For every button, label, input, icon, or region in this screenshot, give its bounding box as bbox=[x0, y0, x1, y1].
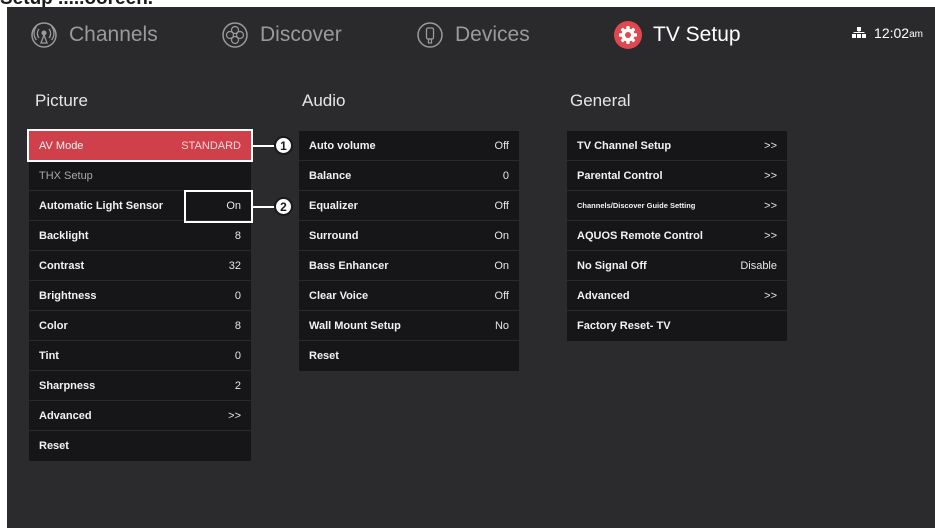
clock: 12:02 am bbox=[852, 25, 923, 41]
menu-item-balance[interactable]: Balance 0 bbox=[299, 161, 519, 191]
top-navigation: Channels Discover Devices TV Setup 12:02… bbox=[7, 7, 935, 62]
item-label: Backlight bbox=[39, 229, 89, 242]
item-label: TV Channel Setup bbox=[577, 139, 672, 152]
item-value: 8 bbox=[234, 319, 241, 332]
tv-screen: Channels Discover Devices TV Setup 12:02… bbox=[7, 7, 935, 528]
item-label: THX Setup bbox=[39, 169, 93, 182]
item-value: 2 bbox=[234, 379, 241, 392]
menu-item-general-advanced[interactable]: Advanced >> bbox=[567, 281, 787, 311]
menu-item-equalizer[interactable]: Equalizer Off bbox=[299, 191, 519, 221]
audio-menu: Auto volume Off Balance 0 Equalizer Off Sur… bbox=[299, 131, 519, 371]
item-label: Bass Enhancer bbox=[309, 259, 389, 272]
item-value: On bbox=[494, 229, 509, 242]
item-value: 0 bbox=[502, 169, 509, 182]
menu-item-sharpness[interactable]: Sharpness 2 bbox=[29, 371, 251, 401]
item-label: Sharpness bbox=[39, 379, 96, 392]
item-label: Tint bbox=[39, 349, 59, 362]
item-label: Reset bbox=[309, 350, 339, 362]
menu-item-tv-channel-setup[interactable]: TV Channel Setup >> bbox=[567, 131, 787, 161]
menu-item-guide-setting[interactable]: Channels/Discover Guide Setting >> bbox=[567, 191, 787, 221]
menu-item-parental-control[interactable]: Parental Control >> bbox=[567, 161, 787, 191]
picture-title: Picture bbox=[35, 91, 88, 110]
tab-label: Discover bbox=[260, 23, 342, 46]
tab-label: TV Setup bbox=[653, 23, 741, 46]
callout-number-1: 1 bbox=[274, 136, 293, 155]
callout-box-1 bbox=[27, 129, 253, 162]
tab-label: Devices bbox=[455, 23, 530, 46]
tv-setup-gear-icon bbox=[613, 20, 643, 50]
item-value: No bbox=[494, 319, 509, 332]
discover-icon bbox=[220, 20, 250, 50]
menu-item-color[interactable]: Color 8 bbox=[29, 311, 251, 341]
item-label: Clear Voice bbox=[309, 289, 369, 302]
menu-item-advanced[interactable]: Advanced >> bbox=[29, 401, 251, 431]
item-label: Automatic Light Sensor bbox=[39, 199, 164, 212]
item-label: Advanced bbox=[577, 289, 630, 302]
menu-item-tint[interactable]: Tint 0 bbox=[29, 341, 251, 371]
item-value: 32 bbox=[228, 259, 241, 272]
menu-item-backlight[interactable]: Backlight 8 bbox=[29, 221, 251, 251]
menu-item-reset[interactable]: Reset bbox=[29, 431, 251, 461]
item-label: Contrast bbox=[39, 259, 85, 272]
item-value: Off bbox=[494, 289, 509, 302]
general-title: General bbox=[570, 91, 631, 110]
network-icon bbox=[852, 27, 867, 39]
item-label: Wall Mount Setup bbox=[309, 319, 401, 332]
item-label: Auto volume bbox=[309, 139, 376, 152]
tab-tv-setup[interactable]: TV Setup bbox=[613, 18, 741, 52]
item-label: Channels/Discover Guide Setting bbox=[577, 201, 696, 210]
item-label: Parental Control bbox=[577, 169, 663, 182]
item-label: No Signal Off bbox=[577, 259, 647, 272]
tab-label: Channels bbox=[69, 23, 158, 46]
menu-item-aquos-remote-control[interactable]: AQUOS Remote Control >> bbox=[567, 221, 787, 251]
item-value: 0 bbox=[234, 349, 241, 362]
channels-icon bbox=[29, 20, 59, 50]
menu-item-audio-reset[interactable]: Reset bbox=[299, 341, 519, 371]
menu-item-clear-voice[interactable]: Clear Voice Off bbox=[299, 281, 519, 311]
item-value: Disable bbox=[740, 259, 777, 272]
item-value: On bbox=[494, 259, 509, 272]
menu-item-contrast[interactable]: Contrast 32 bbox=[29, 251, 251, 281]
callout-box-2 bbox=[184, 190, 253, 223]
item-value: Off bbox=[494, 199, 509, 212]
menu-item-factory-reset[interactable]: Factory Reset- TV bbox=[567, 311, 787, 341]
item-value: 0 bbox=[234, 289, 241, 302]
item-label: Reset bbox=[39, 440, 69, 452]
tab-channels[interactable]: Channels bbox=[29, 18, 158, 52]
callout-number-2: 2 bbox=[274, 197, 293, 216]
item-label: Brightness bbox=[39, 289, 97, 302]
item-value: 8 bbox=[234, 229, 241, 242]
item-value: >> bbox=[764, 289, 777, 302]
item-value: >> bbox=[764, 169, 777, 182]
item-value: Off bbox=[494, 139, 509, 152]
callout-line-2 bbox=[253, 206, 275, 208]
general-menu: TV Channel Setup >> Parental Control >> Ch… bbox=[567, 131, 787, 341]
item-label: Surround bbox=[309, 229, 359, 242]
item-label: Balance bbox=[309, 169, 352, 182]
menu-item-thx-setup[interactable]: THX Setup bbox=[29, 161, 251, 191]
item-label: Factory Reset- TV bbox=[577, 320, 671, 332]
item-label: Color bbox=[39, 319, 68, 332]
tab-devices[interactable]: Devices bbox=[415, 18, 530, 52]
menu-item-wall-mount-setup[interactable]: Wall Mount Setup No bbox=[299, 311, 519, 341]
tab-discover[interactable]: Discover bbox=[220, 18, 342, 52]
item-value: >> bbox=[764, 229, 777, 242]
audio-title: Audio bbox=[302, 91, 346, 110]
item-value: >> bbox=[764, 139, 777, 152]
callout-line-1 bbox=[253, 145, 275, 147]
menu-item-brightness[interactable]: Brightness 0 bbox=[29, 281, 251, 311]
clock-ampm: am bbox=[909, 29, 923, 40]
menu-item-surround[interactable]: Surround On bbox=[299, 221, 519, 251]
menu-item-auto-volume[interactable]: Auto volume Off bbox=[299, 131, 519, 161]
devices-icon bbox=[415, 20, 445, 50]
picture-menu: AV Mode STANDARD THX Setup Automatic Ligh… bbox=[29, 131, 251, 461]
menu-item-bass-enhancer[interactable]: Bass Enhancer On bbox=[299, 251, 519, 281]
item-label: Advanced bbox=[39, 409, 92, 422]
clock-time: 12:02 bbox=[874, 25, 910, 41]
item-value: >> bbox=[228, 409, 241, 422]
item-label: Equalizer bbox=[309, 199, 358, 212]
menu-item-no-signal-off[interactable]: No Signal Off Disable bbox=[567, 251, 787, 281]
item-label: AQUOS Remote Control bbox=[577, 229, 703, 242]
item-value: >> bbox=[764, 199, 777, 212]
